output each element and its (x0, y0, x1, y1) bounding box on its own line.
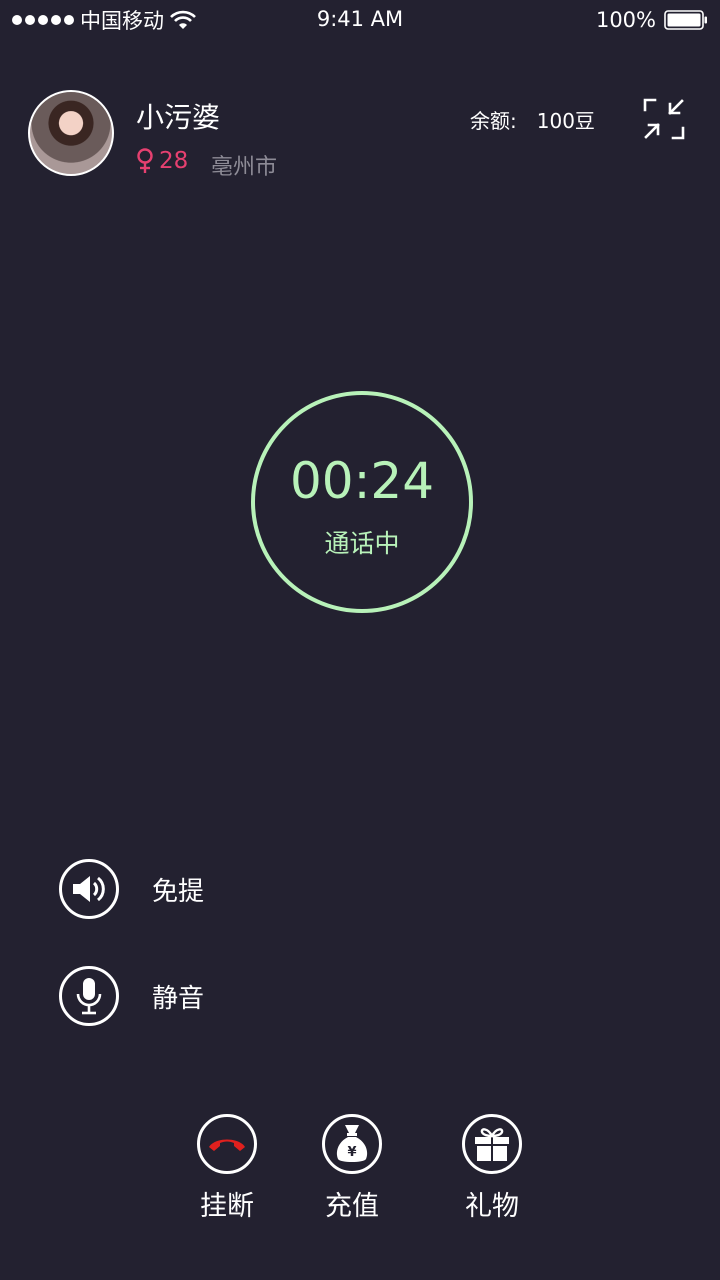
female-icon (137, 148, 153, 173)
battery-percentage: 100% (595, 8, 656, 32)
hangup-label: 挂断 (200, 1191, 254, 1222)
mute-button[interactable] (59, 966, 119, 1026)
caller-avatar[interactable] (28, 90, 114, 176)
minimize-button[interactable] (642, 97, 686, 141)
caller-location: 亳州市 (211, 155, 278, 180)
minimize-icon (643, 98, 685, 140)
status-bar: 中国移动 9:41 AM 100% (0, 0, 720, 40)
gift-action[interactable]: 礼物 (432, 1114, 552, 1223)
recharge-button[interactable]: ¥ (322, 1114, 382, 1174)
recharge-action[interactable]: ¥ 充值 (292, 1114, 412, 1223)
gift-label: 礼物 (465, 1191, 519, 1222)
hangup-button[interactable] (197, 1114, 257, 1174)
balance: 余额: 100豆 (470, 105, 595, 134)
speaker-icon (73, 876, 105, 902)
speaker-label: 免提 (152, 876, 205, 907)
balance-value: 100豆 (536, 109, 595, 133)
recharge-label: 充值 (325, 1191, 379, 1222)
balance-label: 余额: (470, 109, 517, 133)
status-right: 100% (596, 6, 708, 34)
speaker-button[interactable] (59, 859, 119, 919)
gender-age: 28 (135, 148, 188, 174)
call-timer: 00:24 (289, 452, 435, 510)
battery-icon (664, 10, 707, 30)
svg-text:¥: ¥ (347, 1145, 356, 1160)
money-bag-icon: ¥ (336, 1125, 368, 1162)
caller-age: 28 (159, 148, 189, 174)
mute-option[interactable]: 静音 (59, 966, 204, 1026)
microphone-icon (76, 978, 102, 1015)
speaker-option[interactable]: 免提 (59, 859, 204, 919)
mute-label: 静音 (152, 983, 205, 1014)
gift-button[interactable] (462, 1114, 522, 1174)
hangup-action[interactable]: 挂断 (167, 1114, 287, 1223)
gift-icon (475, 1128, 509, 1161)
hangup-icon (209, 1139, 245, 1151)
caller-name: 小污婆 (136, 101, 221, 134)
call-status: 通话中 (324, 529, 400, 558)
